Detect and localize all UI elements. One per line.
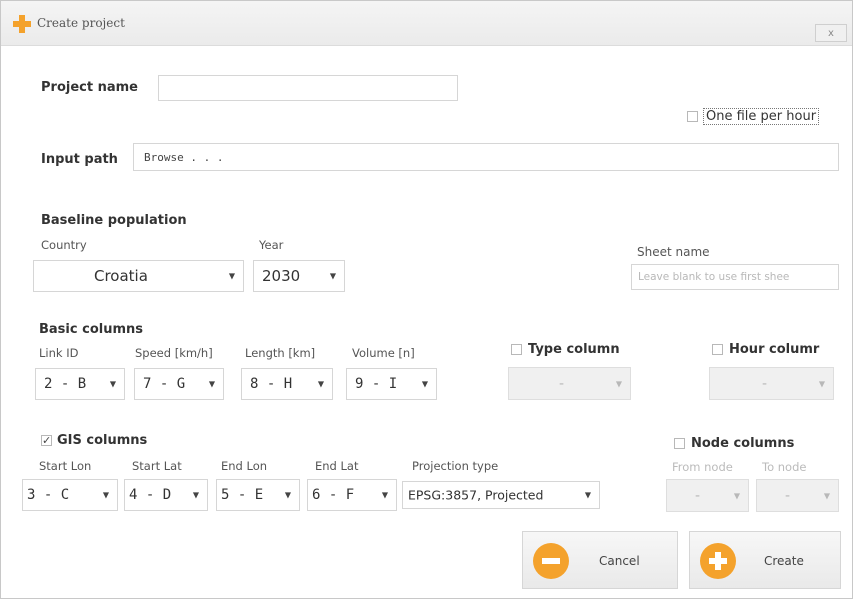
cross-app-icon (13, 15, 31, 33)
year-label: Year (259, 238, 284, 252)
hour-column-select[interactable]: - ▼ (709, 367, 834, 400)
volume-label: Volume [n] (352, 346, 415, 360)
country-label: Country (41, 238, 87, 252)
link-id-label: Link ID (39, 346, 79, 360)
chevron-down-icon: ▼ (284, 490, 291, 500)
create-button[interactable]: Create (689, 531, 841, 589)
input-path-field[interactable]: Browse . . . (133, 143, 839, 171)
speed-label: Speed [km/h] (135, 346, 213, 360)
start-lat-label: Start Lat (132, 459, 182, 473)
year-select[interactable]: 2030 ▼ (253, 260, 345, 292)
sheet-name-label: Sheet name (637, 245, 710, 259)
gis-columns-checkbox[interactable]: ✓ (41, 435, 52, 446)
sheet-name-input[interactable]: Leave blank to use first shee (631, 264, 839, 290)
create-project-dialog: Create project x Project name One file p… (0, 0, 853, 599)
type-column-select[interactable]: - ▼ (508, 367, 631, 400)
node-columns-checkbox[interactable] (674, 438, 685, 449)
chevron-down-icon: ▼ (109, 379, 116, 389)
plus-icon (700, 543, 736, 579)
end-lat-select[interactable]: 6 - F ▼ (307, 479, 397, 511)
chevron-down-icon: ▼ (208, 379, 215, 389)
projection-type-select[interactable]: EPSG:3857, Projected ▼ (402, 481, 600, 509)
close-button[interactable]: x (815, 24, 847, 42)
chevron-down-icon: ▼ (102, 490, 109, 500)
one-file-per-hour-checkbox[interactable] (687, 111, 698, 122)
input-path-label: Input path (41, 152, 118, 167)
country-select[interactable]: Croatia ▼ (33, 260, 244, 292)
chevron-down-icon: ▼ (733, 491, 740, 500)
length-select[interactable]: 8 - H ▼ (241, 368, 333, 400)
project-name-label: Project name (41, 80, 138, 95)
end-lon-label: End Lon (221, 459, 268, 473)
hour-column-checkbox[interactable] (712, 344, 723, 355)
end-lat-label: End Lat (315, 459, 359, 473)
projection-type-label: Projection type (412, 459, 499, 473)
start-lon-select[interactable]: 3 - C ▼ (22, 479, 118, 511)
cancel-button[interactable]: Cancel (522, 531, 678, 589)
chevron-down-icon: ▼ (823, 491, 830, 500)
end-lon-select[interactable]: 5 - E ▼ (216, 479, 300, 511)
type-column-label: Type column (528, 342, 620, 357)
chevron-down-icon: ▼ (615, 379, 622, 388)
project-name-input[interactable] (158, 75, 458, 101)
to-node-select[interactable]: - ▼ (756, 479, 839, 512)
one-file-per-hour-label: One file per hour (703, 108, 820, 125)
chevron-down-icon: ▼ (329, 271, 336, 281)
length-label: Length [km] (245, 346, 316, 360)
title-bar[interactable]: Create project x (1, 1, 852, 46)
chevron-down-icon: ▼ (584, 490, 591, 500)
start-lon-label: Start Lon (39, 459, 92, 473)
chevron-down-icon: ▼ (317, 379, 324, 389)
gis-columns-heading: GIS columns (57, 433, 148, 448)
basic-columns-heading: Basic columns (39, 322, 143, 337)
node-columns-heading: Node columns (691, 436, 795, 451)
chevron-down-icon: ▼ (228, 271, 235, 281)
from-node-label: From node (672, 460, 733, 474)
speed-select[interactable]: 7 - G ▼ (134, 368, 224, 400)
to-node-label: To node (762, 460, 807, 474)
close-icon: x (828, 28, 834, 39)
minus-icon (533, 543, 569, 579)
chevron-down-icon: ▼ (381, 490, 388, 500)
from-node-select[interactable]: - ▼ (666, 479, 749, 512)
link-id-select[interactable]: 2 - B ▼ (35, 368, 125, 400)
start-lat-select[interactable]: 4 - D ▼ (124, 479, 208, 511)
chevron-down-icon: ▼ (192, 490, 199, 500)
baseline-population-heading: Baseline population (41, 213, 187, 228)
volume-select[interactable]: 9 - I ▼ (346, 368, 437, 400)
window-title: Create project (37, 16, 125, 30)
chevron-down-icon: ▼ (421, 379, 428, 389)
chevron-down-icon: ▼ (818, 379, 825, 388)
hour-column-label: Hour columr (729, 342, 820, 357)
type-column-checkbox[interactable] (511, 344, 522, 355)
